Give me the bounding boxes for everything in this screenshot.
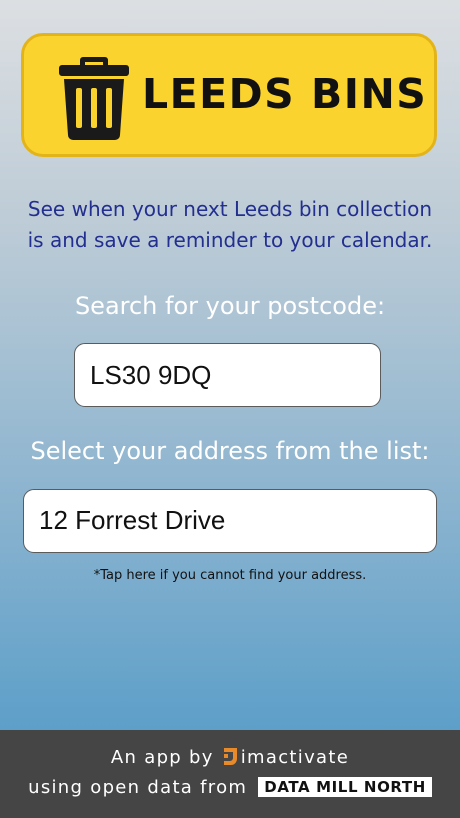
address-not-found-link[interactable]: *Tap here if you cannot find your addres… bbox=[0, 568, 460, 583]
app-logo-banner: LEEDS BINS bbox=[21, 33, 437, 157]
imactivate-logo-icon bbox=[223, 748, 237, 765]
postcode-label: Search for your postcode: bbox=[74, 292, 386, 320]
footer-credit-line: An app by imactivate bbox=[0, 747, 460, 768]
footer-open-data-text: using open data from bbox=[28, 777, 248, 798]
app-title: LEEDS BINS bbox=[142, 70, 428, 118]
footer: An app by imactivate using open data fro… bbox=[0, 730, 460, 818]
footer-data-source-line: using open data from DATA MILL NORTH bbox=[0, 777, 460, 798]
data-mill-north-badge[interactable]: DATA MILL NORTH bbox=[258, 777, 432, 797]
postcode-input[interactable] bbox=[74, 343, 381, 407]
trash-bin-icon bbox=[59, 57, 129, 140]
intro-text: See when your next Leeds bin collection … bbox=[27, 197, 433, 252]
screen: LEEDS BINS See when your next Leeds bin … bbox=[0, 0, 460, 818]
footer-app-by-text: An app by bbox=[110, 747, 214, 768]
footer-brand-name[interactable]: imactivate bbox=[241, 747, 349, 768]
address-label: Select your address from the list: bbox=[30, 437, 430, 465]
address-select[interactable]: 12 Forrest Drive bbox=[23, 489, 437, 553]
